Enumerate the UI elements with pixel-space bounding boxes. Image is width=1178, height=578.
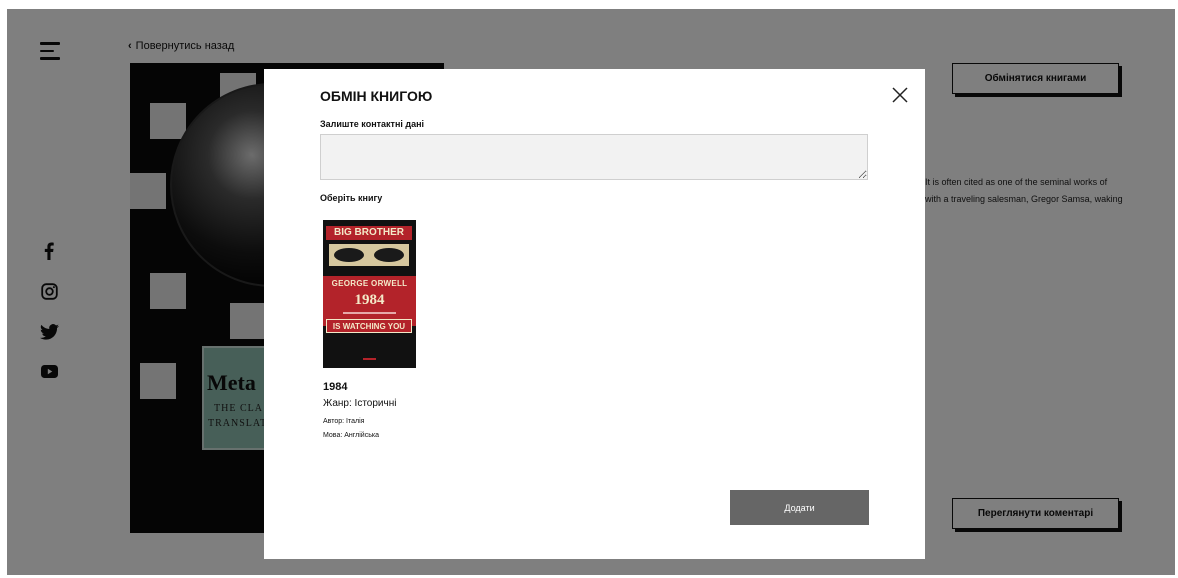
cover-bottom-text: IS WATCHING YOU: [326, 319, 412, 333]
book-cover-1984[interactable]: BIG BROTHER GEORGE ORWELL 1984 IS WATCHI…: [323, 220, 416, 368]
cover-year: 1984: [354, 292, 385, 308]
contact-label: Залиште контактні дані: [320, 119, 425, 129]
close-icon[interactable]: [891, 86, 909, 104]
eyes-illustration: [329, 244, 409, 266]
modal-title: ОБМІН КНИГОЮ: [320, 88, 433, 104]
exchange-modal: ОБМІН КНИГОЮ Залиште контактні дані Обер…: [264, 69, 925, 559]
add-button[interactable]: Додати: [730, 490, 869, 525]
choose-book-label: Оберіть книгу: [320, 193, 383, 203]
book-title: 1984: [323, 381, 348, 393]
cover-top-text: BIG BROTHER: [326, 226, 412, 240]
page: ‹ Повернутись назад Meta THE CLA TRANSLA…: [7, 9, 1175, 575]
cover-author: GEORGE ORWELL: [331, 279, 408, 288]
book-language: Мова: Англійська: [323, 432, 379, 439]
book-genre: Жанр: Історичні: [323, 398, 397, 409]
contact-input[interactable]: [320, 134, 868, 180]
book-author: Автор: Італія: [323, 418, 365, 425]
